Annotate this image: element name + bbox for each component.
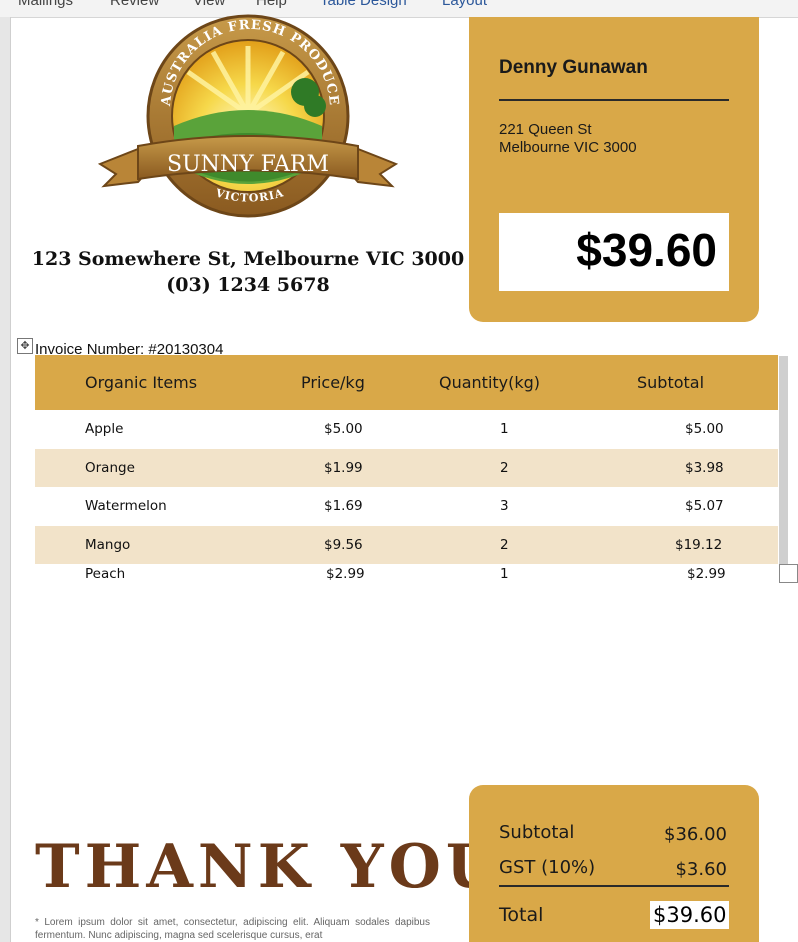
total-value: $39.60 xyxy=(650,901,730,929)
price-cell: $1.69 xyxy=(324,498,363,514)
gst-label: GST (10%) xyxy=(499,857,596,878)
subtotal-value: $36.00 xyxy=(664,824,727,845)
qty-cell: 3 xyxy=(500,498,509,514)
subtotal-cell: $19.12 xyxy=(675,537,723,553)
table-header-row: Organic Items Price/kg Quantity(kg) Subt… xyxy=(35,355,778,410)
table-move-handle-icon[interactable]: ✥ xyxy=(17,338,33,354)
price-cell: $5.00 xyxy=(324,421,363,437)
footnote-text: * Lorem ipsum dolor sit amet, consectetu… xyxy=(35,917,430,941)
table-row: Watermelon $1.69 3 $5.07 xyxy=(35,487,778,525)
subtotal-cell: $5.00 xyxy=(685,421,724,437)
divider xyxy=(499,885,729,887)
table-resize-handle[interactable] xyxy=(779,564,798,583)
price-cell: $1.99 xyxy=(324,460,363,476)
qty-cell: 2 xyxy=(500,537,509,553)
item-cell: Peach xyxy=(85,566,126,582)
item-cell: Watermelon xyxy=(85,498,167,514)
column-header-items: Organic Items xyxy=(85,373,198,392)
amount-due-box: $39.60 xyxy=(499,213,729,291)
tab-help[interactable]: Help xyxy=(256,0,287,9)
table-column-selector[interactable] xyxy=(779,356,788,564)
subtotal-cell: $5.07 xyxy=(685,498,724,514)
tab-table-design[interactable]: Table Design xyxy=(320,0,407,9)
customer-card: Denny Gunawan 221 Queen St Melbourne VIC… xyxy=(469,17,759,322)
totals-card: Subtotal $36.00 GST (10%) $3.60 Total $3… xyxy=(469,785,759,942)
total-label: Total xyxy=(499,904,544,926)
column-header-price: Price/kg xyxy=(301,373,365,392)
company-address: 123 Somewhere St, Melbourne VIC 3000 xyxy=(31,248,465,270)
logo-banner-text: SUNNY FARM xyxy=(167,152,329,177)
tab-review[interactable]: Review xyxy=(110,0,159,9)
gst-value: $3.60 xyxy=(675,859,727,880)
qty-cell: 1 xyxy=(500,566,509,582)
subtotal-cell: $3.98 xyxy=(685,460,724,476)
divider xyxy=(499,99,729,101)
company-phone: (03) 1234 5678 xyxy=(166,274,330,296)
price-cell: $2.99 xyxy=(326,566,365,582)
subtotal-cell: $2.99 xyxy=(687,566,726,582)
column-header-subtotal: Subtotal xyxy=(637,373,705,392)
qty-cell: 1 xyxy=(500,421,509,437)
price-cell: $9.56 xyxy=(324,537,363,553)
tab-mailings[interactable]: Mailings xyxy=(18,0,73,9)
tab-view[interactable]: View xyxy=(193,0,225,9)
table-row: Apple $5.00 1 $5.00 xyxy=(35,410,778,448)
table-row: Orange $1.99 2 $3.98 xyxy=(35,449,778,487)
thank-you-heading: THANK YOU xyxy=(35,832,504,902)
item-cell: Apple xyxy=(85,421,124,437)
item-cell: Mango xyxy=(85,537,131,553)
table-row: Peach $2.99 1 $2.99 xyxy=(35,555,778,593)
customer-city: Melbourne VIC 3000 xyxy=(499,139,637,156)
subtotal-label: Subtotal xyxy=(499,822,575,843)
customer-street: 221 Queen St xyxy=(499,121,592,138)
tab-layout[interactable]: Layout xyxy=(442,0,487,9)
column-header-quantity: Quantity(kg) xyxy=(439,373,541,392)
sunny-farm-logo: AUSTRALIA FRESH PRODUCE SUNNY FARM VICTO… xyxy=(97,14,399,219)
left-ruler-gutter xyxy=(0,17,11,942)
amount-due: $39.60 xyxy=(576,224,717,276)
qty-cell: 2 xyxy=(500,460,509,476)
item-cell: Orange xyxy=(85,460,135,476)
customer-name: Denny Gunawan xyxy=(499,57,648,78)
